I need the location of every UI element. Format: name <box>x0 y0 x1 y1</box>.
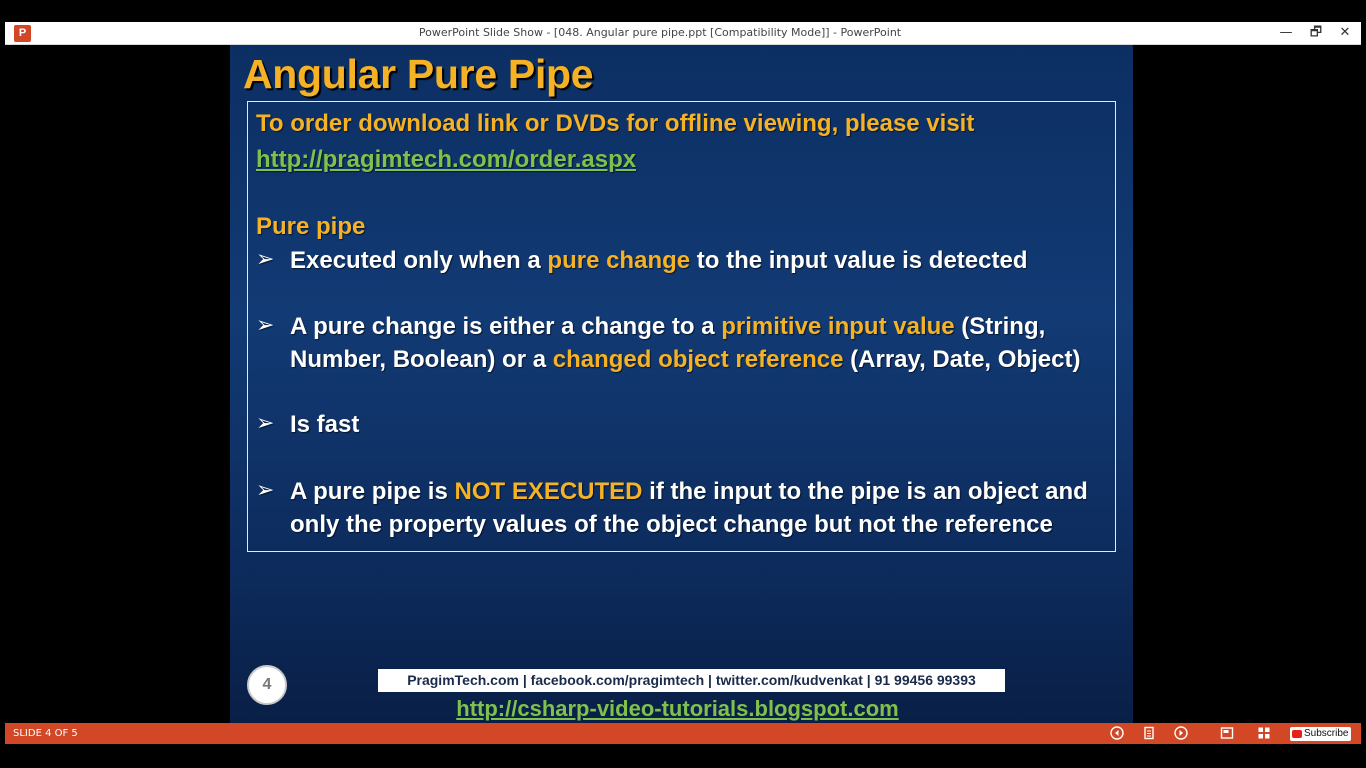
minimize-button[interactable]: — <box>1272 22 1300 45</box>
bullet-arrow-icon: ➢ <box>256 247 275 272</box>
restore-button[interactable]: 🗗 <box>1302 22 1330 45</box>
normal-view-icon[interactable] <box>1219 726 1235 741</box>
next-icon[interactable] <box>1173 726 1189 741</box>
bullet-item: Is fast <box>290 411 360 438</box>
bullet-item: A pure change is either a change to a pr… <box>290 313 1046 340</box>
window-title: PowerPoint Slide Show - [048. Angular pu… <box>418 26 902 39</box>
footer-contact-bar: PragimTech.com | facebook.com/pragimtech… <box>378 669 1005 692</box>
bullet-item-continuation: Number, Boolean) or a changed object ref… <box>290 346 1081 373</box>
bullet-item-continuation: only the property values of the object c… <box>290 511 1053 538</box>
previous-icon[interactable] <box>1109 726 1125 741</box>
bullet-arrow-icon: ➢ <box>256 411 275 436</box>
content-box: To order download link or DVDs for offli… <box>247 101 1116 552</box>
slideshow-statusbar: SLIDE 4 OF 5 Subscribe <box>5 723 1361 744</box>
close-button[interactable]: ✕ <box>1331 22 1359 45</box>
slide-counter: SLIDE 4 OF 5 <box>13 728 78 739</box>
subscribe-button[interactable]: Subscribe <box>1290 727 1352 741</box>
order-link[interactable]: http://pragimtech.com/order.aspx <box>256 146 636 174</box>
section-heading: Pure pipe <box>256 213 366 240</box>
order-text: To order download link or DVDs for offli… <box>256 110 975 137</box>
slide-canvas[interactable]: Angular Pure Pipe To order download link… <box>230 45 1133 723</box>
footer-blog-link[interactable]: http://csharp-video-tutorials.blogspot.c… <box>230 696 1125 722</box>
bullet-item: A pure pipe is NOT EXECUTED if the input… <box>290 478 1088 505</box>
slide-title: Angular Pure Pipe <box>243 51 594 97</box>
bullet-arrow-icon: ➢ <box>256 313 275 338</box>
bullet-arrow-icon: ➢ <box>256 478 275 503</box>
bullet-item: Executed only when a pure change to the … <box>290 247 1028 274</box>
notes-icon[interactable] <box>1141 726 1157 741</box>
slide-sorter-icon[interactable] <box>1256 726 1272 741</box>
window-titlebar: P PowerPoint Slide Show - [048. Angular … <box>5 22 1361 45</box>
